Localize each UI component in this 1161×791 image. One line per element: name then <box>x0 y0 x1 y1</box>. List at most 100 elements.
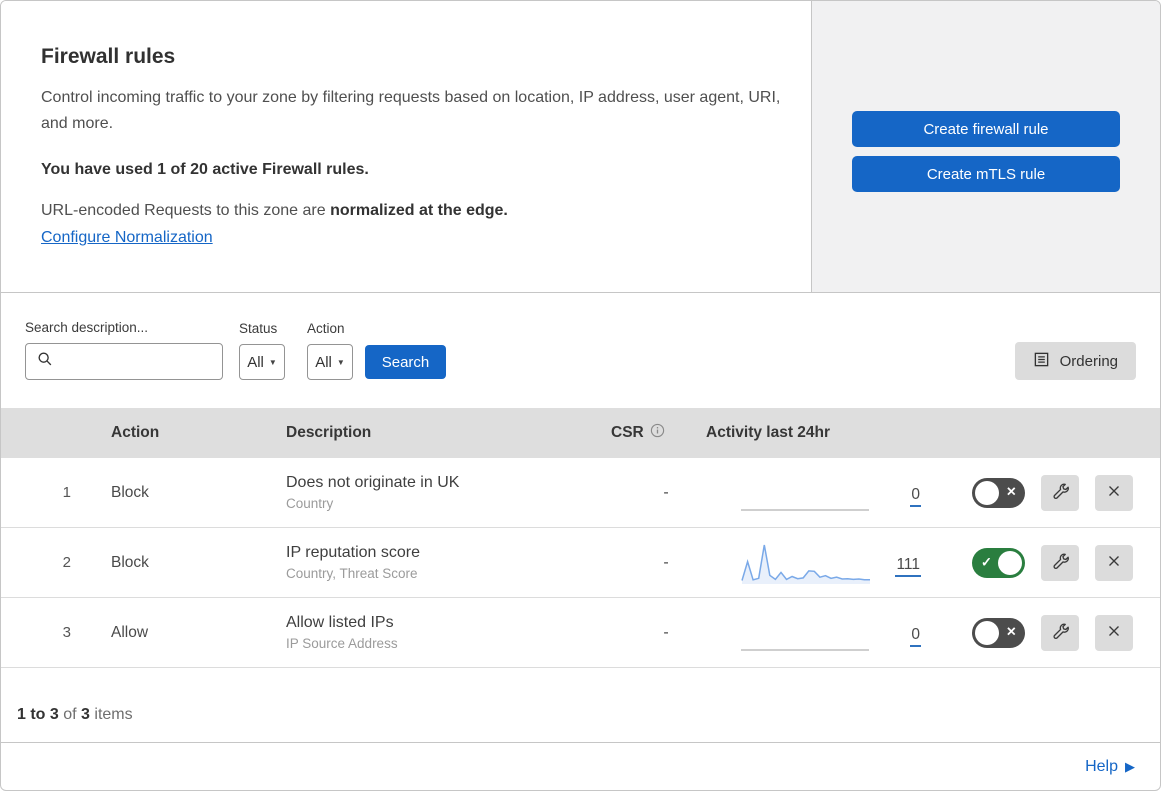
search-field: Search description... <box>25 320 223 380</box>
rule-description-cell: Allow listed IPs IP Source Address <box>286 614 586 651</box>
search-input[interactable] <box>25 343 223 380</box>
rule-activity-cell: 0 <box>706 470 921 516</box>
delete-rule-button[interactable] <box>1095 614 1133 651</box>
rule-activity-cell: 111 <box>706 540 921 586</box>
rule-fields: Country, Threat Score <box>286 566 418 581</box>
caret-right-icon: ▶ <box>1125 758 1135 774</box>
items-range: 1 to 3 <box>17 706 59 723</box>
search-icon <box>36 350 54 373</box>
items-count: 1 to 3 of 3 items <box>17 706 133 724</box>
rule-action: Allow <box>111 623 149 641</box>
rule-activity-cell: 0 <box>706 610 921 656</box>
status-label: Status <box>239 321 278 336</box>
x-icon: × <box>1006 483 1016 501</box>
rule-csr: - <box>663 553 669 571</box>
intro-card: Firewall rules Control incoming traffic … <box>1 1 812 292</box>
search-button[interactable]: Search <box>365 345 446 379</box>
activity-count-link[interactable]: 111 <box>895 556 921 577</box>
create-mtls-rule-button[interactable]: Create mTLS rule <box>852 156 1120 192</box>
activity-count-link[interactable]: 0 <box>910 486 921 507</box>
header-activity: Activity last 24hr <box>706 424 831 441</box>
wrench-icon <box>1051 482 1070 504</box>
delete-rule-button[interactable] <box>1095 474 1133 511</box>
action-dropdown[interactable]: All ▼ <box>307 344 353 380</box>
x-icon: × <box>1006 623 1016 641</box>
toggle-knob <box>998 550 1022 575</box>
ordering-label: Ordering <box>1059 352 1118 370</box>
chevron-down-icon: ▼ <box>336 357 345 367</box>
help-label: Help <box>1085 757 1118 775</box>
status-toggle[interactable]: ✓ × <box>972 617 1025 648</box>
configure-normalization-link[interactable]: Configure Normalization <box>41 229 213 247</box>
help-link[interactable]: Help ▶ <box>1085 758 1135 776</box>
ordering-button[interactable]: Ordering <box>1014 342 1136 380</box>
delete-rule-button[interactable] <box>1095 544 1133 581</box>
table-row: 3 Allow Allow listed IPs IP Source Addre… <box>1 598 1160 668</box>
toggle-knob <box>975 620 999 645</box>
close-icon <box>1105 622 1123 643</box>
status-filter: Status All ▼ <box>239 321 285 380</box>
normalization-note: URL-encoded Requests to this zone are no… <box>41 202 771 220</box>
info-icon[interactable] <box>650 423 665 443</box>
header-description: Description <box>286 424 372 441</box>
rule-controls: ✓ × <box>972 544 1160 581</box>
usage-summary: You have used 1 of 20 active Firewall ru… <box>41 161 369 178</box>
table-footer: 1 to 3 of 3 items <box>1 668 1160 743</box>
action-label: Action <box>307 321 345 336</box>
activity-sparkline <box>741 470 870 516</box>
activity-sparkline <box>741 540 871 586</box>
edit-rule-button[interactable] <box>1041 544 1079 581</box>
table-row: 2 Block IP reputation score Country, Thr… <box>1 528 1160 598</box>
rule-controls: ✓ × <box>972 614 1160 651</box>
help-bar: Help ▶ <box>1 743 1160 790</box>
items-word: items <box>94 706 133 723</box>
top-section: Firewall rules Control incoming traffic … <box>1 1 1160 293</box>
status-toggle[interactable]: ✓ × <box>972 477 1025 508</box>
check-icon: ✓ <box>981 554 992 570</box>
status-dropdown[interactable]: All ▼ <box>239 344 285 380</box>
rule-fields: IP Source Address <box>286 636 398 651</box>
header-csr: CSR <box>611 423 691 443</box>
normalization-bold: normalized at the edge. <box>330 202 508 219</box>
rule-action: Block <box>111 483 149 501</box>
rule-fields: Country <box>286 496 334 511</box>
close-icon <box>1105 482 1123 503</box>
status-value: All <box>247 353 264 371</box>
rule-csr: - <box>663 483 669 501</box>
table-header: Action Description CSR Activity last 24h… <box>1 408 1160 458</box>
rule-controls: ✓ × <box>972 474 1160 511</box>
rule-description-cell: IP reputation score Country, Threat Scor… <box>286 544 586 581</box>
firewall-rules-page: Firewall rules Control incoming traffic … <box>0 0 1161 791</box>
items-total: 3 <box>81 706 90 723</box>
edit-rule-button[interactable] <box>1041 614 1079 651</box>
actions-panel: Create firewall rule Create mTLS rule <box>812 1 1160 292</box>
header-action: Action <box>111 424 160 441</box>
filter-bar: Search description... Status All ▼ Actio… <box>1 293 1160 408</box>
activity-count-link[interactable]: 0 <box>910 626 921 647</box>
toggle-knob <box>975 480 999 505</box>
wrench-icon <box>1051 552 1070 574</box>
action-filter: Action All ▼ <box>307 321 353 380</box>
page-description: Control incoming traffic to your zone by… <box>41 89 781 132</box>
items-of: of <box>63 706 77 723</box>
rule-description: Does not originate in UK <box>286 474 460 491</box>
rule-number: 1 <box>62 484 71 501</box>
rule-description-cell: Does not originate in UK Country <box>286 474 586 511</box>
page-title: Firewall rules <box>41 45 176 68</box>
activity-sparkline <box>741 610 870 656</box>
rule-number: 3 <box>62 624 71 641</box>
rule-description: Allow listed IPs <box>286 614 394 631</box>
wrench-icon <box>1051 622 1070 644</box>
create-firewall-rule-button[interactable]: Create firewall rule <box>852 111 1120 147</box>
list-document-icon <box>1033 351 1050 372</box>
close-icon <box>1105 552 1123 573</box>
rule-description: IP reputation score <box>286 544 421 561</box>
normalization-text: URL-encoded Requests to this zone are <box>41 202 326 219</box>
csr-label: CSR <box>611 424 644 441</box>
edit-rule-button[interactable] <box>1041 474 1079 511</box>
rule-number: 2 <box>62 554 71 571</box>
search-label: Search description... <box>25 320 149 335</box>
rule-action: Block <box>111 553 149 571</box>
action-value: All <box>315 353 332 371</box>
status-toggle[interactable]: ✓ × <box>972 547 1025 578</box>
